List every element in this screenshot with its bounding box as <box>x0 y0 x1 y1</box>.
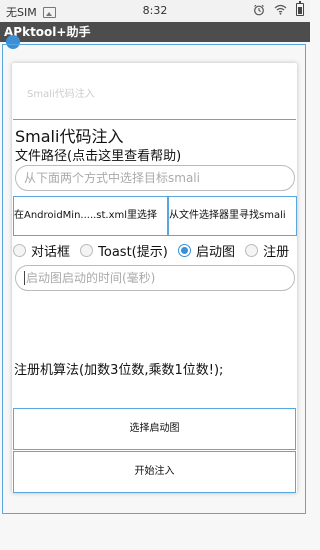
start-inject-button[interactable]: 开始注入 <box>13 451 296 493</box>
radio-checked-icon <box>177 243 191 257</box>
radio-label: 注册 <box>263 244 290 260</box>
radio-circle-icon <box>13 243 26 257</box>
radio-toast[interactable]: Toast(提示) <box>80 240 168 260</box>
radio-label: Toast(提示) <box>98 244 168 260</box>
radio-label: 对话框 <box>31 244 71 260</box>
battery-icon <box>296 1 304 16</box>
app-title-bar: APktool+助手 <box>0 22 310 42</box>
text-caret <box>24 270 25 285</box>
radio-circle-icon <box>245 243 259 257</box>
title-divider <box>13 119 296 120</box>
select-from-manifest-button[interactable]: 在AndroidMin.....st.xml里选择 <box>13 196 168 236</box>
inject-type-radio-group: 对话框 Toast(提示) 启动图 注册 <box>13 240 296 260</box>
status-right <box>253 1 304 16</box>
splash-duration-placeholder: 启动图启动的时间(毫秒) <box>26 271 156 285</box>
section-title: Smali代码注入 <box>15 127 124 146</box>
radio-dialog[interactable]: 对话框 <box>13 240 70 260</box>
wifi-icon <box>274 4 287 15</box>
select-splash-image-button[interactable]: 选择启动图 <box>13 408 296 450</box>
file-path-help-link[interactable]: 文件路径(点击这里查看帮助) <box>15 145 181 164</box>
radio-circle-icon <box>80 243 94 257</box>
keygen-algorithm-text: 注册机算法(加数3位数,乘数1位数!); <box>14 363 224 378</box>
select-from-file-button[interactable]: 从文件选择器里寻找smali <box>168 196 297 236</box>
file-path-placeholder: 从下面两个方式中选择目标smali <box>24 171 200 185</box>
radio-register[interactable]: 注册 <box>245 240 289 260</box>
dialog-ghost-title: Smali代码注入 <box>27 89 95 100</box>
file-path-input[interactable]: 从下面两个方式中选择目标smali <box>15 165 295 191</box>
radio-splash[interactable]: 启动图 <box>177 240 235 260</box>
status-bar: 无SIM 8:32 <box>0 0 310 22</box>
radio-label: 启动图 <box>195 244 235 260</box>
splash-duration-input[interactable]: 启动图启动的时间(毫秒) <box>15 265 295 291</box>
alarm-icon <box>254 4 264 15</box>
